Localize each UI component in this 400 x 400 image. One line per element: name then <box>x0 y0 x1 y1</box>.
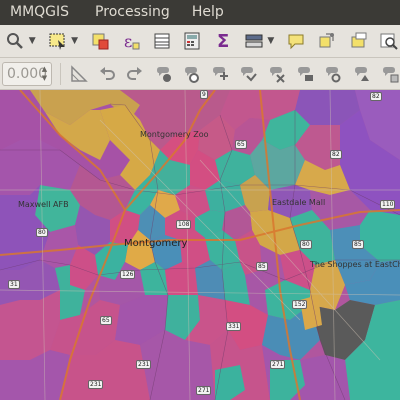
label-diagram-icon[interactable] <box>351 62 371 86</box>
route-shield: 82 <box>370 92 382 101</box>
route-shield: 31 <box>8 280 20 289</box>
menu-help[interactable]: Help <box>188 0 228 25</box>
route-shield: 271 <box>196 386 212 395</box>
statistics-sum-icon[interactable]: Σ <box>212 29 235 53</box>
route-shield: 231 <box>136 360 152 369</box>
label-toolbar: 0.000 ▲ ▼ <box>0 58 400 90</box>
toolbar-separator <box>59 62 61 85</box>
route-shield: 110 <box>380 200 396 209</box>
route-shield: 85 <box>256 262 268 271</box>
field-calculator-icon[interactable] <box>181 29 204 53</box>
search-icon[interactable] <box>377 29 400 53</box>
label-props-icon[interactable] <box>323 62 343 86</box>
label-pin-icon[interactable] <box>154 62 174 86</box>
select-features-icon[interactable] <box>46 29 69 53</box>
route-shield: 108 <box>176 220 192 229</box>
svg-text:ε: ε <box>124 32 132 51</box>
chevron-down-icon[interactable]: ▼ <box>71 36 81 46</box>
route-shield: 85 <box>352 240 364 249</box>
route-shield: 80 <box>300 240 312 249</box>
zoom-pan-icon[interactable] <box>4 29 27 53</box>
new-layer-icon[interactable] <box>346 29 369 53</box>
label-show-icon[interactable] <box>238 62 258 86</box>
label-change-icon[interactable] <box>295 62 315 86</box>
map-canvas[interactable]: Montgomery Zoo Maxwell AFB Eastdale Mall… <box>0 90 400 400</box>
map-label-city: Montgomery <box>124 238 188 249</box>
route-shield: 271 <box>270 360 286 369</box>
digitize-icon[interactable] <box>316 29 339 53</box>
attribute-table-icon[interactable] <box>150 29 173 53</box>
chevron-down-icon[interactable]: ▼ <box>267 36 277 46</box>
annotation-icon[interactable] <box>285 29 308 53</box>
map-label-eastdale: Eastdale Mall <box>272 198 326 207</box>
menu-mmqgis[interactable]: MMQGIS <box>6 0 73 25</box>
snapping-icon[interactable] <box>69 62 89 86</box>
spin-arrows-icon[interactable]: ▲ ▼ <box>40 65 49 83</box>
deselect-icon[interactable] <box>89 29 112 53</box>
route-shield: 126 <box>120 270 136 279</box>
route-shield: 65 <box>100 316 112 325</box>
map-label-zoo: Montgomery Zoo <box>140 130 209 139</box>
route-shield: 82 <box>330 150 342 159</box>
route-shield: 9 <box>200 90 208 99</box>
map-label-shoppes: The Shoppes at EastChase <box>310 260 400 269</box>
undo-icon[interactable] <box>97 62 117 86</box>
redo-icon[interactable] <box>125 62 145 86</box>
route-shield: 152 <box>292 300 308 309</box>
route-shield: 65 <box>235 140 247 149</box>
menu-bar: MMQGIS Processing Help <box>0 0 400 25</box>
expression-select-icon[interactable]: ε <box>119 29 142 53</box>
route-shield: 80 <box>36 228 48 237</box>
rotation-spinbox[interactable]: 0.000 ▲ ▼ <box>2 61 52 86</box>
menu-processing[interactable]: Processing <box>91 0 174 25</box>
map-label-maxwell: Maxwell AFB <box>18 200 69 209</box>
attributes-toolbar: ▼ ▼ ε Σ ▼ <box>0 25 400 58</box>
route-shield: 331 <box>226 322 242 331</box>
label-hide-icon[interactable] <box>267 62 287 86</box>
label-rotate-icon[interactable] <box>182 62 202 86</box>
label-extra-icon[interactable] <box>380 62 400 86</box>
chevron-down-icon[interactable]: ▼ <box>29 36 39 46</box>
route-shield: 231 <box>88 380 104 389</box>
layer-tools-icon[interactable] <box>243 29 266 53</box>
label-move-icon[interactable] <box>210 62 230 86</box>
